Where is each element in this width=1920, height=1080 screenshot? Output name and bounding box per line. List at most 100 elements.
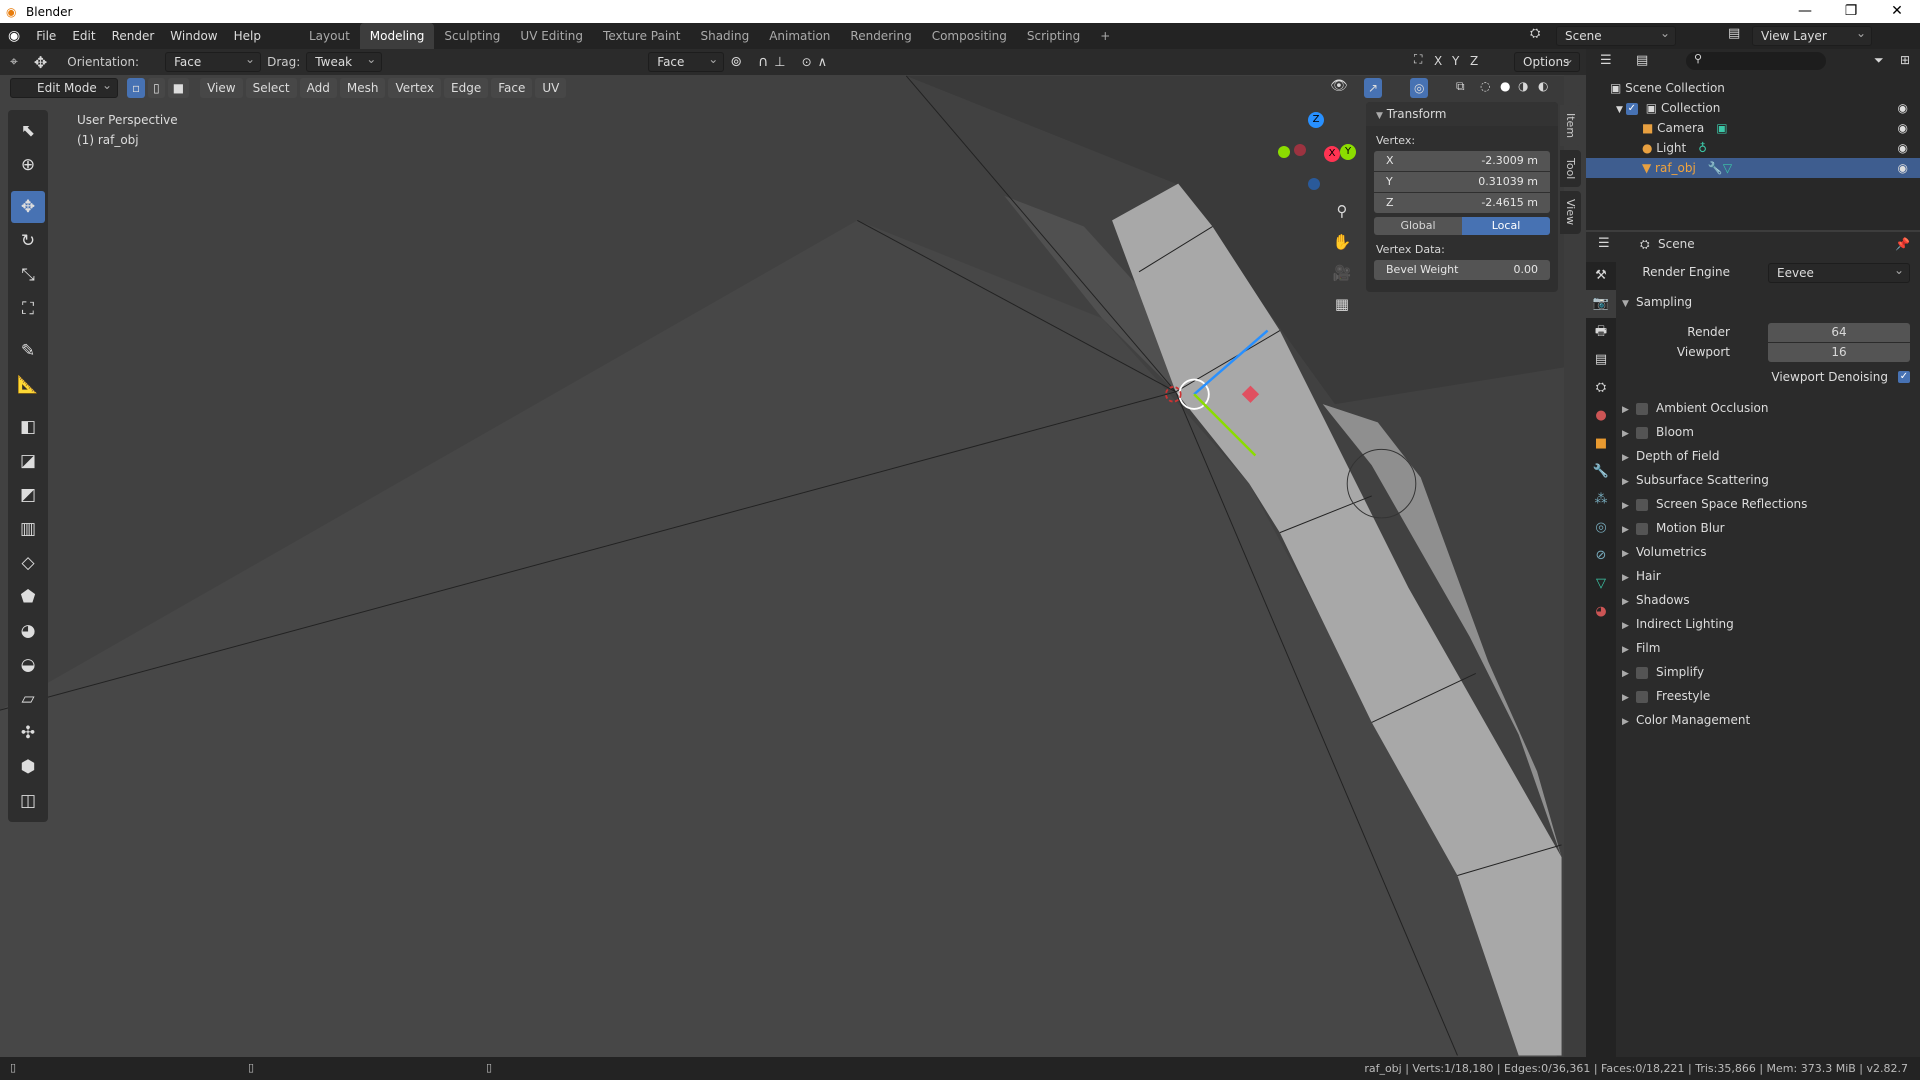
vertex-select-mode-icon[interactable]: ▫ <box>127 78 146 98</box>
tab-sculpting[interactable]: Sculpting <box>434 23 510 49</box>
new-collection-icon[interactable]: ⊞ <box>1900 53 1910 67</box>
render-tab-icon[interactable]: 📷 <box>1586 290 1616 318</box>
view-layer-selector[interactable]: View Layer <box>1752 24 1872 46</box>
panel-header-motion-blur[interactable]: ▶ Motion Blur <box>1622 517 1912 539</box>
tab-animation[interactable]: Animation <box>759 23 840 49</box>
raf-obj-row[interactable]: ▼ raf_obj 🔧▽ ◉ <box>1586 158 1920 178</box>
add-workspace-button[interactable]: + <box>1090 23 1120 49</box>
wireframe-shading-icon[interactable]: ◌ <box>1480 79 1490 93</box>
menu-select[interactable]: Select <box>245 78 297 98</box>
menu-uv[interactable]: UV <box>535 78 567 98</box>
snap-icon[interactable]: ∩ <box>758 54 768 70</box>
scene-collection-row[interactable]: ▣ Scene Collection <box>1586 78 1920 98</box>
spin-icon[interactable]: ◕ <box>11 615 45 647</box>
panel-checkbox[interactable] <box>1636 498 1648 511</box>
face-select-mode-icon[interactable]: ■ <box>167 78 190 98</box>
panel-header-color-management[interactable]: ▶ Color Management <box>1622 709 1912 731</box>
panel-checkbox[interactable] <box>1636 402 1648 415</box>
mesh-data-tab-icon[interactable]: ▽ <box>1586 570 1616 598</box>
menu-mesh[interactable]: Mesh <box>339 78 386 98</box>
rotate-icon[interactable]: ↻ <box>11 225 45 257</box>
menu-window[interactable]: Window <box>162 29 225 43</box>
panel-header-film[interactable]: ▶ Film <box>1622 637 1912 659</box>
poly-build-icon[interactable]: ⬟ <box>11 581 45 613</box>
eye-icon[interactable]: ◉ <box>1898 158 1908 178</box>
vertex-z-field[interactable]: Z -2.4615 m <box>1374 193 1550 213</box>
transform-icon[interactable]: ⛶ <box>11 293 45 325</box>
eye-icon[interactable]: ◉ <box>1898 138 1908 158</box>
pan-hand-icon[interactable]: ✋ <box>1328 227 1356 258</box>
annotate-icon[interactable]: ✎ <box>11 335 45 367</box>
move-icon[interactable]: ✥ <box>11 191 45 223</box>
render-samples-field[interactable]: 64 <box>1768 323 1910 342</box>
bevel-weight-field[interactable]: Bevel Weight 0.00 <box>1374 260 1550 280</box>
camera-row[interactable]: ■ Camera ▣ ◉ <box>1586 118 1920 138</box>
vertex-x-field[interactable]: X -2.3009 m <box>1374 151 1550 171</box>
panel-header-bloom[interactable]: ▶ Bloom <box>1622 421 1912 443</box>
panel-header-hair[interactable]: ▶ Hair <box>1622 565 1912 587</box>
eye-icon[interactable]: ◉ <box>1898 98 1908 118</box>
outliner-search-input[interactable]: ⚲ <box>1686 52 1826 70</box>
minimize-button[interactable]: — <box>1782 0 1828 23</box>
output-tab-icon[interactable]: 🖶 <box>1586 318 1616 346</box>
blender-menu-icon[interactable]: ◉ <box>0 28 28 44</box>
snap-target-dropdown[interactable]: Face <box>648 50 725 72</box>
mirror-icon[interactable]: ⛶ <box>1414 52 1422 67</box>
collapse-icon[interactable]: ▼ <box>1376 111 1383 121</box>
panel-checkbox[interactable] <box>1636 426 1648 439</box>
shear-icon[interactable]: ⬢ <box>11 751 45 783</box>
physics-tab-icon[interactable]: ◎ <box>1586 514 1616 542</box>
proportional-edit-icon[interactable]: ⊙ <box>802 55 812 69</box>
light-row[interactable]: ● Light ♁ ◉ <box>1586 138 1920 158</box>
world-tab-icon[interactable]: ● <box>1586 402 1616 430</box>
camera-view-icon[interactable]: 🎥 <box>1328 258 1356 289</box>
panel-checkbox[interactable] <box>1636 690 1648 703</box>
scale-icon[interactable]: ⤡ <box>11 259 45 291</box>
falloff-icon[interactable]: ∧ <box>818 55 828 70</box>
panel-checkbox[interactable] <box>1636 522 1648 535</box>
tab-uv-editing[interactable]: UV Editing <box>510 23 593 49</box>
smooth-icon[interactable]: ◒ <box>11 649 45 681</box>
vertex-y-field[interactable]: Y 0.31039 m <box>1374 172 1550 192</box>
gizmo-x[interactable]: X <box>1324 146 1340 162</box>
global-toggle[interactable]: Global <box>1374 217 1462 235</box>
select-box-icon[interactable]: ⬉ <box>11 115 45 147</box>
particles-tab-icon[interactable]: ⁂ <box>1586 486 1616 514</box>
collection-row[interactable]: ▼ ✓ ▣ Collection ◉ <box>1586 98 1920 118</box>
material-shading-icon[interactable]: ◑ <box>1518 79 1528 93</box>
measure-icon[interactable]: 📐 <box>11 369 45 401</box>
cursor-icon[interactable]: ⊕ <box>11 149 45 181</box>
panel-checkbox[interactable] <box>1636 666 1648 679</box>
menu-file[interactable]: File <box>28 29 64 43</box>
filter-icon[interactable]: ⏷ <box>1874 53 1884 68</box>
tab-texture-paint[interactable]: Texture Paint <box>593 23 690 49</box>
ortho-grid-icon[interactable]: ▦ <box>1328 289 1356 320</box>
menu-face[interactable]: Face <box>491 78 533 98</box>
menu-edge[interactable]: Edge <box>444 78 489 98</box>
eye-icon[interactable]: ◉ <box>1898 118 1908 138</box>
modifier-tab-icon[interactable]: 🔧 <box>1586 458 1616 486</box>
mirror-y[interactable]: Y <box>1452 54 1459 68</box>
rendered-shading-icon[interactable]: ◐ <box>1538 79 1548 93</box>
view-layer-tab-icon[interactable]: ▤ <box>1586 346 1616 374</box>
editor-type-icon[interactable]: ☰ <box>1600 53 1612 68</box>
material-tab-icon[interactable]: ◕ <box>1586 598 1616 626</box>
move-gizmo-icon[interactable]: ✥ <box>34 53 47 72</box>
panel-header-freestyle[interactable]: ▶ Freestyle <box>1622 685 1912 707</box>
gizmo-z[interactable]: Z <box>1308 112 1324 128</box>
panel-header-ambient-occlusion[interactable]: ▶ Ambient Occlusion <box>1622 397 1912 419</box>
constraints-tab-icon[interactable]: ⊘ <box>1586 542 1616 570</box>
tab-view[interactable]: View <box>1560 191 1581 234</box>
menu-edit[interactable]: Edit <box>64 29 103 43</box>
options-dropdown[interactable]: Options <box>1514 50 1580 72</box>
gizmo-toggle-icon[interactable]: ↗ <box>1364 78 1383 98</box>
knife-icon[interactable]: ◇ <box>11 547 45 579</box>
close-button[interactable]: ✕ <box>1874 0 1920 23</box>
display-mode-icon[interactable]: ▤ <box>1636 53 1648 68</box>
restore-button[interactable]: ❐ <box>1828 0 1874 23</box>
viewport-denoising-checkbox[interactable]: ✓ <box>1898 371 1910 383</box>
menu-view[interactable]: View <box>200 78 243 98</box>
loop-cut-icon[interactable]: ▥ <box>11 513 45 545</box>
xray-icon[interactable]: ⧉ <box>1456 79 1465 94</box>
gizmo-y[interactable]: Y <box>1340 144 1356 160</box>
